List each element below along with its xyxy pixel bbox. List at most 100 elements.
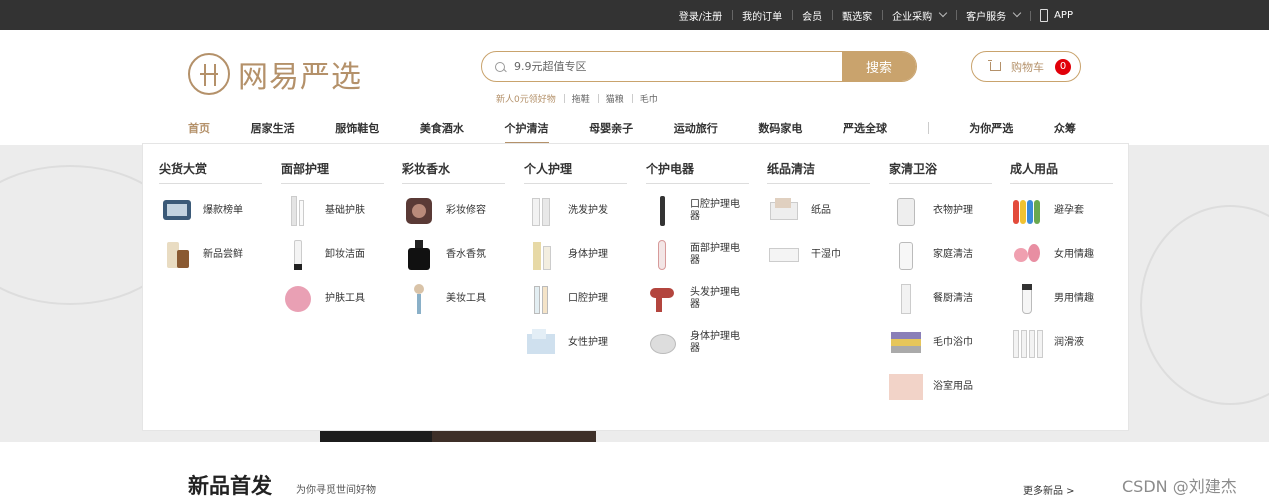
product-thumbnail bbox=[889, 194, 923, 228]
category-item[interactable]: 彩妆修容 bbox=[402, 194, 505, 228]
category-item-label: 女用情趣 bbox=[1054, 249, 1094, 260]
category-item[interactable]: 男用情趣 bbox=[1010, 282, 1113, 316]
category-item-label: 美妆工具 bbox=[446, 293, 486, 304]
hotword-link[interactable]: 毛巾 bbox=[631, 92, 666, 105]
cart-count-badge: 0 bbox=[1055, 58, 1071, 75]
category-dropdown: 尖货大赏 爆款榜单 新品尝鲜 面部护理 基础护肤 卸妆洁面 护肤工具 彩妆香水 … bbox=[142, 143, 1129, 431]
category-item-label: 家庭清洁 bbox=[933, 249, 973, 260]
category-item[interactable]: 口腔护理电器 bbox=[646, 194, 749, 228]
product-thumbnail bbox=[646, 326, 680, 360]
login-link[interactable]: 登录/注册 bbox=[669, 8, 732, 23]
hotword-link[interactable]: 猫粮 bbox=[597, 92, 632, 105]
category-column: 纸品清洁 纸品 干湿巾 bbox=[767, 160, 870, 272]
product-thumbnail bbox=[767, 194, 801, 228]
search-input[interactable] bbox=[514, 52, 842, 81]
category-item-label: 干湿巾 bbox=[811, 249, 841, 260]
product-thumbnail bbox=[889, 326, 923, 360]
category-item[interactable]: 卸妆洁面 bbox=[281, 238, 384, 272]
category-title: 家清卫浴 bbox=[889, 160, 992, 184]
category-item-label: 女性护理 bbox=[568, 337, 608, 348]
product-thumbnail bbox=[889, 282, 923, 316]
product-thumbnail bbox=[524, 282, 558, 316]
nav-item-sports[interactable]: 运动旅行 bbox=[674, 120, 718, 142]
category-column: 成人用品 避孕套 女用情趣 男用情趣 润滑液 bbox=[1010, 160, 1113, 360]
top-bar: 登录/注册 我的订单 会员 甄选家 企业采购 客户服务 APP bbox=[0, 0, 1269, 30]
my-orders-label: 我的订单 bbox=[742, 11, 783, 23]
product-thumbnail bbox=[889, 238, 923, 272]
category-item[interactable]: 干湿巾 bbox=[767, 238, 870, 272]
search-box: 搜索 bbox=[481, 51, 917, 82]
category-item-label: 面部护理电器 bbox=[690, 243, 740, 266]
category-item[interactable]: 洗发护发 bbox=[524, 194, 627, 228]
enterprise-purchase-link[interactable]: 企业采购 bbox=[882, 8, 956, 23]
category-item[interactable]: 避孕套 bbox=[1010, 194, 1113, 228]
product-thumbnail bbox=[1010, 282, 1044, 316]
category-item[interactable]: 身体护理 bbox=[524, 238, 627, 272]
category-item-label: 餐厨清洁 bbox=[933, 293, 973, 304]
category-item[interactable]: 护肤工具 bbox=[281, 282, 384, 316]
category-item-label: 润滑液 bbox=[1054, 337, 1084, 348]
category-item-label: 避孕套 bbox=[1054, 205, 1084, 216]
category-item[interactable]: 新品尝鲜 bbox=[159, 238, 262, 272]
my-orders-link[interactable]: 我的订单 bbox=[732, 8, 792, 23]
more-new-products-link[interactable]: 更多新品 > bbox=[1023, 482, 1075, 497]
category-item-label: 口腔护理电器 bbox=[690, 199, 740, 222]
hotword-link[interactable]: 新人0元领好物 bbox=[496, 92, 564, 105]
category-item[interactable]: 女性护理 bbox=[524, 326, 627, 360]
category-item[interactable]: 香水香氛 bbox=[402, 238, 505, 272]
category-item[interactable]: 口腔护理 bbox=[524, 282, 627, 316]
product-thumbnail bbox=[1010, 238, 1044, 272]
nav-item-baby[interactable]: 母婴亲子 bbox=[589, 120, 633, 142]
product-thumbnail bbox=[402, 282, 436, 316]
category-item[interactable]: 浴室用品 bbox=[889, 370, 992, 404]
product-thumbnail bbox=[281, 282, 315, 316]
hotword-link[interactable]: 拖鞋 bbox=[563, 92, 598, 105]
nav-item-global[interactable]: 严选全球 bbox=[843, 120, 887, 142]
product-thumbnail bbox=[524, 326, 558, 360]
nav-item-digital[interactable]: 数码家电 bbox=[758, 120, 802, 142]
member-label: 会员 bbox=[802, 11, 823, 23]
banner-decor-graphic bbox=[1140, 205, 1269, 405]
site-logo[interactable]: 网易严选 bbox=[188, 52, 362, 96]
nav-item-for-you[interactable]: 为你严选 bbox=[969, 120, 1013, 142]
category-item[interactable]: 餐厨清洁 bbox=[889, 282, 992, 316]
category-item[interactable]: 爆款榜单 bbox=[159, 194, 262, 228]
selector-link[interactable]: 甄选家 bbox=[832, 8, 882, 23]
nav-item-personal-care[interactable]: 个护清洁 bbox=[504, 120, 549, 144]
category-column: 个护电器 口腔护理电器 面部护理电器 头发护理电器 身体护理电器 bbox=[646, 160, 749, 360]
nav-item-home-living[interactable]: 居家生活 bbox=[251, 120, 295, 142]
category-item-label: 纸品 bbox=[811, 205, 831, 216]
category-item[interactable]: 衣物护理 bbox=[889, 194, 992, 228]
category-item[interactable]: 家庭清洁 bbox=[889, 238, 992, 272]
product-thumbnail bbox=[402, 194, 436, 228]
product-thumbnail bbox=[767, 238, 801, 272]
category-item[interactable]: 身体护理电器 bbox=[646, 326, 749, 360]
category-item[interactable]: 头发护理电器 bbox=[646, 282, 749, 316]
nav-item-food[interactable]: 美食酒水 bbox=[420, 120, 464, 142]
member-link[interactable]: 会员 bbox=[792, 8, 832, 23]
nav-item-apparel[interactable]: 服饰鞋包 bbox=[335, 120, 379, 142]
product-thumbnail bbox=[281, 238, 315, 272]
category-item[interactable]: 基础护肤 bbox=[281, 194, 384, 228]
category-item[interactable]: 美妆工具 bbox=[402, 282, 505, 316]
category-item[interactable]: 纸品 bbox=[767, 194, 870, 228]
category-column: 尖货大赏 爆款榜单 新品尝鲜 bbox=[159, 160, 262, 272]
nav-item-crowdfunding[interactable]: 众筹 bbox=[1054, 120, 1076, 142]
customer-service-link[interactable]: 客户服务 bbox=[956, 8, 1030, 23]
category-column: 个人护理 洗发护发 身体护理 口腔护理 女性护理 bbox=[524, 160, 627, 360]
section-subtitle: 为你寻觅世间好物 bbox=[296, 485, 376, 496]
search-button[interactable]: 搜索 bbox=[842, 52, 916, 81]
category-item-label: 香水香氛 bbox=[446, 249, 486, 260]
nav-item-home[interactable]: 首页 bbox=[188, 120, 210, 142]
app-link[interactable]: APP bbox=[1030, 8, 1083, 22]
product-thumbnail bbox=[1010, 194, 1044, 228]
category-title: 纸品清洁 bbox=[767, 160, 870, 184]
category-item[interactable]: 毛巾浴巾 bbox=[889, 326, 992, 360]
category-item[interactable]: 润滑液 bbox=[1010, 326, 1113, 360]
cart-button[interactable]: 购物车 0 bbox=[971, 51, 1081, 82]
category-item[interactable]: 面部护理电器 bbox=[646, 238, 749, 272]
main-nav: 首页 居家生活 服饰鞋包 美食酒水 个护清洁 母婴亲子 运动旅行 数码家电 严选… bbox=[188, 120, 1076, 144]
category-item[interactable]: 女用情趣 bbox=[1010, 238, 1113, 272]
category-title: 成人用品 bbox=[1010, 160, 1113, 184]
chevron-down-icon bbox=[938, 8, 948, 18]
